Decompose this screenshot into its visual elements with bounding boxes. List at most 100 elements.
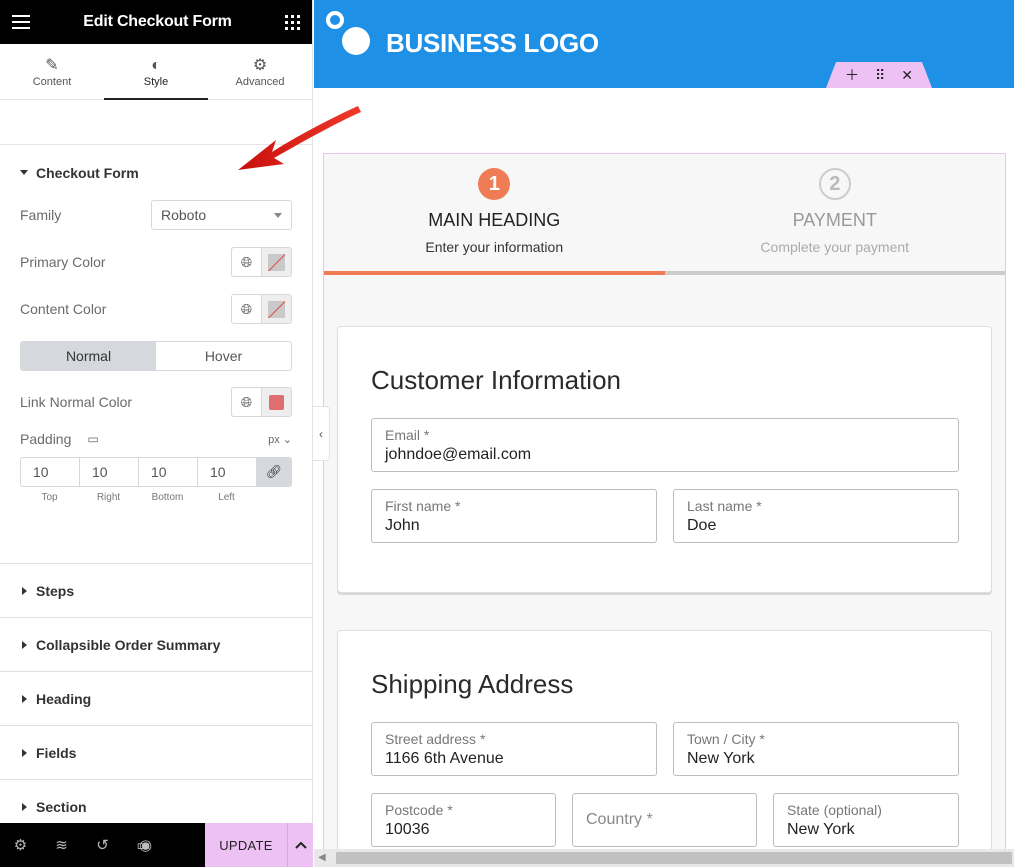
- pencil-icon: ✎: [45, 56, 59, 74]
- site-header: BUSINESS LOGO ＋ ⠿ ✕: [314, 0, 1014, 88]
- step-number: 2: [818, 168, 851, 200]
- link-color-swatch[interactable]: [262, 388, 291, 416]
- tab-normal[interactable]: Normal: [21, 342, 156, 370]
- tab-hover[interactable]: Hover: [156, 342, 291, 370]
- preview-eye-icon[interactable]: ◉: [125, 823, 166, 867]
- padding-top-input[interactable]: 10: [21, 458, 80, 486]
- street-address-field[interactable]: Street address * 1166 6th Avenue: [371, 722, 657, 776]
- caret-down-icon: [20, 170, 28, 175]
- step-heading: MAIN HEADING: [428, 210, 561, 230]
- caret-right-icon: [22, 802, 27, 811]
- family-value: Roboto: [161, 207, 207, 223]
- panel-footer: ⚙ ≋ ↺ ▭ ◉ UPDATE: [0, 823, 313, 867]
- street-label: Street address *: [385, 731, 486, 747]
- step-progress-bar: [664, 271, 1005, 275]
- widgets-grid-icon[interactable]: [284, 14, 300, 30]
- town-value: New York: [687, 750, 755, 767]
- step-subheading: Complete your payment: [760, 239, 910, 255]
- first-name-label: First name *: [385, 498, 461, 514]
- link-color-row: Link Normal Color 🌐︎: [20, 387, 292, 417]
- primary-color-swatch[interactable]: [262, 248, 291, 276]
- primary-color-label: Primary Color: [20, 254, 106, 270]
- update-button[interactable]: UPDATE: [205, 823, 287, 867]
- postcode-field[interactable]: Postcode * 10036: [371, 793, 556, 847]
- last-name-value: Doe: [687, 517, 717, 534]
- caret-right-icon: [22, 748, 27, 757]
- tab-style[interactable]: ◐ Style: [104, 44, 208, 100]
- scrollbar-thumb[interactable]: [336, 852, 1012, 864]
- padding-bottom-label: Bottom: [151, 492, 184, 503]
- globe-icon[interactable]: 🌐︎: [232, 388, 262, 416]
- logo-mark-icon: [326, 10, 372, 57]
- state-field[interactable]: State (optional) New York: [773, 793, 959, 847]
- section-heading-label: Heading: [36, 690, 92, 707]
- section-fields[interactable]: Fields: [0, 726, 312, 780]
- country-field[interactable]: Country *: [572, 793, 757, 847]
- section-steps[interactable]: Steps: [0, 564, 312, 618]
- content-color-swatch[interactable]: [262, 295, 291, 323]
- collapse-panel-handle[interactable]: ‹: [313, 406, 330, 461]
- email-field[interactable]: Email * johndoe@email.com: [371, 418, 959, 472]
- padding-labels: Top Right Bottom Left: [20, 492, 292, 503]
- tab-content[interactable]: ✎ Content: [0, 44, 104, 99]
- last-name-field[interactable]: Last name * Doe: [673, 489, 959, 543]
- content-color-label: Content Color: [20, 301, 107, 317]
- checkout-steps: 1 MAIN HEADING Enter your information 2 …: [324, 154, 1005, 275]
- section-title: Checkout Form: [36, 164, 139, 181]
- globe-icon[interactable]: 🌐︎: [232, 295, 262, 323]
- family-select[interactable]: Roboto: [151, 200, 292, 230]
- layers-icon[interactable]: ≋: [41, 823, 82, 867]
- section-heading[interactable]: Heading: [0, 672, 312, 726]
- state-value: New York: [787, 821, 855, 838]
- first-name-field[interactable]: First name * John: [371, 489, 657, 543]
- horizontal-scrollbar[interactable]: ◀: [314, 849, 1014, 867]
- postcode-value: 10036: [385, 821, 430, 838]
- content-color-control: 🌐︎: [231, 294, 292, 324]
- link-color-label: Link Normal Color: [20, 394, 133, 410]
- padding-bottom-input[interactable]: 10: [139, 458, 198, 486]
- close-icon[interactable]: ✕: [901, 67, 913, 84]
- step-progress-bar: [324, 271, 665, 275]
- preview-canvas: BUSINESS LOGO ＋ ⠿ ✕ 1 MAIN HEADING Enter…: [314, 0, 1014, 867]
- annotation-arrow-icon: [238, 106, 361, 170]
- checkout-form-widget: 1 MAIN HEADING Enter your information 2 …: [323, 153, 1006, 867]
- section-edit-handle: ＋ ⠿ ✕: [826, 62, 932, 88]
- link-values-icon[interactable]: 🔗︎: [257, 458, 291, 486]
- drag-handle-icon[interactable]: ⠿: [875, 67, 885, 84]
- family-row: Family Roboto: [20, 200, 292, 230]
- padding-right-input[interactable]: 10: [80, 458, 139, 486]
- padding-unit-select[interactable]: px ⌄: [268, 433, 292, 446]
- globe-icon[interactable]: 🌐︎: [232, 248, 262, 276]
- scroll-left-icon[interactable]: ◀: [318, 852, 326, 863]
- step-subheading: Enter your information: [425, 239, 564, 255]
- chevron-up-icon[interactable]: [287, 823, 313, 867]
- padding-right-label: Right: [96, 492, 121, 503]
- link-color-control: 🌐︎: [231, 387, 292, 417]
- customer-information-card: Customer Information Email * johndoe@ema…: [337, 326, 992, 593]
- panel-tabs: ✎ Content ◐ Style ⚙ Advanced: [0, 44, 312, 100]
- last-name-label: Last name *: [687, 498, 762, 514]
- padding-row: Padding ▭ px ⌄: [20, 429, 292, 449]
- primary-color-row: Primary Color 🌐︎: [20, 247, 292, 277]
- email-value: johndoe@email.com: [385, 446, 532, 463]
- shipping-address-card: Shipping Address Street address * 1166 6…: [337, 630, 992, 867]
- step-2[interactable]: 2 PAYMENT Complete your payment: [664, 154, 1005, 275]
- tab-advanced[interactable]: ⚙ Advanced: [208, 44, 312, 99]
- desktop-icon[interactable]: ▭: [87, 432, 98, 446]
- postcode-label: Postcode *: [385, 802, 453, 818]
- family-label: Family: [20, 207, 62, 223]
- settings-gear-icon[interactable]: ⚙: [0, 823, 41, 867]
- padding-left-input[interactable]: 10: [198, 458, 257, 486]
- padding-left-label: Left: [218, 492, 235, 503]
- town-city-field[interactable]: Town / City * New York: [673, 722, 959, 776]
- history-icon[interactable]: ↺: [82, 823, 123, 867]
- add-icon[interactable]: ＋: [845, 65, 859, 85]
- country-placeholder: Country *: [586, 811, 653, 828]
- tab-style-label: Style: [143, 75, 169, 88]
- caret-right-icon: [22, 694, 27, 703]
- hamburger-menu-icon[interactable]: [12, 15, 30, 29]
- step-1[interactable]: 1 MAIN HEADING Enter your information: [324, 154, 665, 275]
- gear-icon: ⚙: [252, 56, 268, 74]
- section-fields-label: Fields: [36, 744, 77, 761]
- section-order-summary[interactable]: Collapsible Order Summary: [0, 618, 312, 672]
